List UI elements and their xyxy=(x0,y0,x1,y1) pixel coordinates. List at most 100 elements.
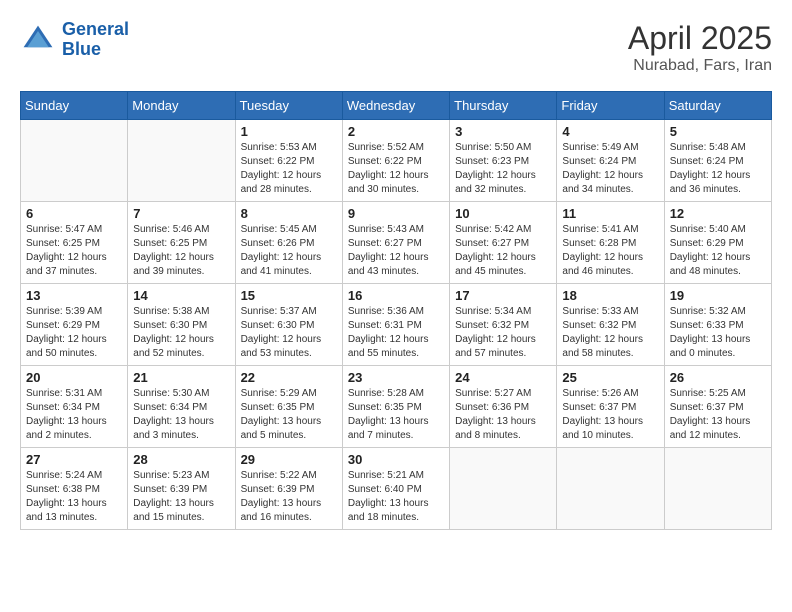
day-info: Sunrise: 5:40 AM Sunset: 6:29 PM Dayligh… xyxy=(670,223,766,279)
day-info: Sunrise: 5:41 AM Sunset: 6:28 PM Dayligh… xyxy=(562,223,658,279)
day-info: Sunrise: 5:31 AM Sunset: 6:34 PM Dayligh… xyxy=(26,387,122,443)
day-info: Sunrise: 5:37 AM Sunset: 6:30 PM Dayligh… xyxy=(241,305,337,361)
calendar-cell: 21Sunrise: 5:30 AM Sunset: 6:34 PM Dayli… xyxy=(128,366,235,448)
day-info: Sunrise: 5:49 AM Sunset: 6:24 PM Dayligh… xyxy=(562,141,658,197)
calendar-cell: 7 Sunrise: 5:46 AM Sunset: 6:25 PM Daylig… xyxy=(128,202,235,284)
day-number: 30 xyxy=(348,452,444,467)
day-number: 29 xyxy=(241,452,337,467)
calendar-cell: 29Sunrise: 5:22 AM Sunset: 6:39 PM Dayli… xyxy=(235,448,342,530)
calendar-cell: 14Sunrise: 5:38 AM Sunset: 6:30 PM Dayli… xyxy=(128,284,235,366)
calendar-cell: 8Sunrise: 5:45 AM Sunset: 6:26 PM Daylig… xyxy=(235,202,342,284)
week-row-1: 1Sunrise: 5:53 AM Sunset: 6:22 PM Daylig… xyxy=(21,120,772,202)
logo-text: General Blue xyxy=(62,20,129,60)
calendar-cell: 18 Sunrise: 5:33 AM Sunset: 6:32 PM Dayli… xyxy=(557,284,664,366)
calendar-table: SundayMondayTuesdayWednesdayThursdayFrid… xyxy=(20,91,772,530)
page-header: General Blue April 2025 Nurabad, Fars, I… xyxy=(20,20,772,75)
calendar-cell: 6 Sunrise: 5:47 AM Sunset: 6:25 PM Daylig… xyxy=(21,202,128,284)
day-number: 7 xyxy=(133,206,229,221)
day-info: Sunrise: 5:26 AM Sunset: 6:37 PM Dayligh… xyxy=(562,387,658,443)
day-header-thursday: Thursday xyxy=(450,92,557,120)
calendar-cell xyxy=(557,448,664,530)
logo-icon xyxy=(20,22,56,58)
day-info: Sunrise: 5:42 AM Sunset: 6:27 PM Dayligh… xyxy=(455,223,551,279)
day-number: 19 xyxy=(670,288,766,303)
day-number: 1 xyxy=(241,124,337,139)
calendar-cell: 25 Sunrise: 5:26 AM Sunset: 6:37 PM Dayli… xyxy=(557,366,664,448)
calendar-cell: 22Sunrise: 5:29 AM Sunset: 6:35 PM Dayli… xyxy=(235,366,342,448)
day-header-wednesday: Wednesday xyxy=(342,92,449,120)
day-info: Sunrise: 5:28 AM Sunset: 6:35 PM Dayligh… xyxy=(348,387,444,443)
day-number: 6 xyxy=(26,206,122,221)
calendar-cell xyxy=(128,120,235,202)
day-info: Sunrise: 5:23 AM Sunset: 6:39 PM Dayligh… xyxy=(133,469,229,525)
day-number: 10 xyxy=(455,206,551,221)
day-number: 20 xyxy=(26,370,122,385)
title-block: April 2025 Nurabad, Fars, Iran xyxy=(628,20,772,75)
calendar-cell: 4 Sunrise: 5:49 AM Sunset: 6:24 PM Daylig… xyxy=(557,120,664,202)
calendar-cell: 2Sunrise: 5:52 AM Sunset: 6:22 PM Daylig… xyxy=(342,120,449,202)
calendar-cell: 10 Sunrise: 5:42 AM Sunset: 6:27 PM Dayli… xyxy=(450,202,557,284)
day-info: Sunrise: 5:38 AM Sunset: 6:30 PM Dayligh… xyxy=(133,305,229,361)
day-header-friday: Friday xyxy=(557,92,664,120)
day-number: 8 xyxy=(241,206,337,221)
day-info: Sunrise: 5:48 AM Sunset: 6:24 PM Dayligh… xyxy=(670,141,766,197)
day-number: 12 xyxy=(670,206,766,221)
day-number: 11 xyxy=(562,206,658,221)
day-info: Sunrise: 5:24 AM Sunset: 6:38 PM Dayligh… xyxy=(26,469,122,525)
day-number: 15 xyxy=(241,288,337,303)
day-info: Sunrise: 5:46 AM Sunset: 6:25 PM Dayligh… xyxy=(133,223,229,279)
calendar-cell: 26Sunrise: 5:25 AM Sunset: 6:37 PM Dayli… xyxy=(664,366,771,448)
day-header-tuesday: Tuesday xyxy=(235,92,342,120)
calendar-cell: 30 Sunrise: 5:21 AM Sunset: 6:40 PM Dayli… xyxy=(342,448,449,530)
day-info: Sunrise: 5:39 AM Sunset: 6:29 PM Dayligh… xyxy=(26,305,122,361)
calendar-cell: 27 Sunrise: 5:24 AM Sunset: 6:38 PM Dayli… xyxy=(21,448,128,530)
day-header-row: SundayMondayTuesdayWednesdayThursdayFrid… xyxy=(21,92,772,120)
logo-line1: General xyxy=(62,19,129,39)
day-info: Sunrise: 5:27 AM Sunset: 6:36 PM Dayligh… xyxy=(455,387,551,443)
day-number: 5 xyxy=(670,124,766,139)
day-number: 9 xyxy=(348,206,444,221)
calendar-cell: 16 Sunrise: 5:36 AM Sunset: 6:31 PM Dayli… xyxy=(342,284,449,366)
calendar-cell: 19 Sunrise: 5:32 AM Sunset: 6:33 PM Dayli… xyxy=(664,284,771,366)
day-info: Sunrise: 5:34 AM Sunset: 6:32 PM Dayligh… xyxy=(455,305,551,361)
calendar-cell: 1Sunrise: 5:53 AM Sunset: 6:22 PM Daylig… xyxy=(235,120,342,202)
day-info: Sunrise: 5:52 AM Sunset: 6:22 PM Dayligh… xyxy=(348,141,444,197)
calendar-subtitle: Nurabad, Fars, Iran xyxy=(628,57,772,75)
day-info: Sunrise: 5:29 AM Sunset: 6:35 PM Dayligh… xyxy=(241,387,337,443)
day-number: 21 xyxy=(133,370,229,385)
day-number: 3 xyxy=(455,124,551,139)
day-header-sunday: Sunday xyxy=(21,92,128,120)
day-info: Sunrise: 5:47 AM Sunset: 6:25 PM Dayligh… xyxy=(26,223,122,279)
day-info: Sunrise: 5:50 AM Sunset: 6:23 PM Dayligh… xyxy=(455,141,551,197)
calendar-cell: 5 Sunrise: 5:48 AM Sunset: 6:24 PM Daylig… xyxy=(664,120,771,202)
day-number: 4 xyxy=(562,124,658,139)
calendar-cell: 12 Sunrise: 5:40 AM Sunset: 6:29 PM Dayli… xyxy=(664,202,771,284)
week-row-2: 6 Sunrise: 5:47 AM Sunset: 6:25 PM Daylig… xyxy=(21,202,772,284)
day-info: Sunrise: 5:33 AM Sunset: 6:32 PM Dayligh… xyxy=(562,305,658,361)
logo: General Blue xyxy=(20,20,129,60)
day-info: Sunrise: 5:32 AM Sunset: 6:33 PM Dayligh… xyxy=(670,305,766,361)
day-info: Sunrise: 5:21 AM Sunset: 6:40 PM Dayligh… xyxy=(348,469,444,525)
day-number: 26 xyxy=(670,370,766,385)
day-header-saturday: Saturday xyxy=(664,92,771,120)
day-number: 28 xyxy=(133,452,229,467)
day-number: 13 xyxy=(26,288,122,303)
calendar-cell: 13 Sunrise: 5:39 AM Sunset: 6:29 PM Dayli… xyxy=(21,284,128,366)
day-number: 18 xyxy=(562,288,658,303)
calendar-cell xyxy=(664,448,771,530)
calendar-cell: 28 Sunrise: 5:23 AM Sunset: 6:39 PM Dayli… xyxy=(128,448,235,530)
calendar-cell: 3 Sunrise: 5:50 AM Sunset: 6:23 PM Daylig… xyxy=(450,120,557,202)
week-row-5: 27 Sunrise: 5:24 AM Sunset: 6:38 PM Dayli… xyxy=(21,448,772,530)
week-row-3: 13 Sunrise: 5:39 AM Sunset: 6:29 PM Dayli… xyxy=(21,284,772,366)
calendar-cell: 17 Sunrise: 5:34 AM Sunset: 6:32 PM Dayli… xyxy=(450,284,557,366)
day-number: 17 xyxy=(455,288,551,303)
calendar-cell: 20 Sunrise: 5:31 AM Sunset: 6:34 PM Dayli… xyxy=(21,366,128,448)
day-info: Sunrise: 5:36 AM Sunset: 6:31 PM Dayligh… xyxy=(348,305,444,361)
day-number: 24 xyxy=(455,370,551,385)
day-header-monday: Monday xyxy=(128,92,235,120)
day-number: 16 xyxy=(348,288,444,303)
calendar-cell: 9 Sunrise: 5:43 AM Sunset: 6:27 PM Daylig… xyxy=(342,202,449,284)
day-number: 27 xyxy=(26,452,122,467)
day-number: 25 xyxy=(562,370,658,385)
day-info: Sunrise: 5:43 AM Sunset: 6:27 PM Dayligh… xyxy=(348,223,444,279)
